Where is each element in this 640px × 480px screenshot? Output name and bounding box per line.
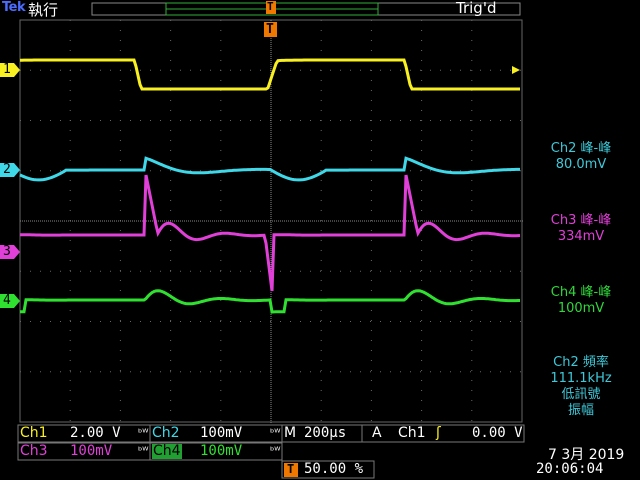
ch4-marker-label[interactable]: 4 — [3, 293, 11, 308]
ch4-status-label: Ch4 — [153, 443, 181, 459]
trigger-pos-top-label: T — [267, 0, 274, 13]
ch4-trace — [19, 289, 520, 314]
freq-line-1: Ch2 頻率 — [553, 355, 609, 370]
ch1-status-label: Ch1 — [20, 425, 48, 441]
ch1-scale: 2.00 V — [70, 425, 121, 441]
brand-logo: Tek — [2, 0, 26, 15]
acquisition-mode: 執行 — [28, 1, 59, 19]
ch4-bw-icon: ᵇᵂ — [270, 446, 281, 457]
trigger-source[interactable]: Ch1 — [398, 425, 426, 441]
trigger-status: Trig'd — [456, 0, 497, 17]
trigger-a-label: A — [372, 425, 382, 441]
measurement-value: 80.0mV — [555, 157, 607, 172]
measurement-value: 334mV — [557, 229, 605, 244]
measurement-name: Ch4 峰-峰 — [550, 285, 612, 300]
trigger-level-arrow — [512, 66, 520, 74]
timebase-label: M — [284, 425, 297, 441]
freq-line-4: 振幅 — [567, 403, 594, 418]
timebase-scale[interactable]: 200µs — [304, 425, 346, 441]
ch1-status[interactable]: Ch1 — [20, 425, 48, 441]
measurement-name: Ch3 峰-峰 — [550, 213, 612, 228]
ch3-marker-label[interactable]: 3 — [3, 244, 11, 259]
ch3-status[interactable]: Ch3 — [20, 443, 48, 459]
trigger-time-label: T — [266, 22, 274, 37]
freq-line-3: 低訊號 — [561, 387, 601, 402]
trigger-position[interactable]: 50.00 % — [304, 461, 363, 477]
measurement-ch3-pk2pk: Ch3 峰-峰 334mV — [526, 213, 636, 245]
ch4-status[interactable]: Ch4 — [153, 443, 181, 459]
trigger-position-marker-label: T — [287, 462, 295, 476]
ch2-trace — [19, 156, 520, 182]
ch2-status[interactable]: Ch2 — [152, 425, 180, 441]
measurement-name: Ch2 峰-峰 — [550, 141, 612, 156]
measurement-ch2-frequency: Ch2 頻率 111.1kHz 低訊號 振幅 — [526, 355, 636, 419]
ch3-bw-icon: ᵇᵂ — [138, 446, 149, 457]
ch2-bw-icon: ᵇᵂ — [270, 428, 281, 439]
ch2-status-label: Ch2 — [152, 425, 180, 441]
ch3-scale: 100mV — [70, 443, 113, 459]
ch2-scale: 100mV — [200, 425, 243, 441]
ch4-scale: 100mV — [200, 443, 243, 459]
trigger-level[interactable]: 0.00 V — [472, 425, 523, 441]
freq-line-2: 111.1kHz — [550, 371, 612, 386]
measurement-ch4-pk2pk: Ch4 峰-峰 100mV — [526, 285, 636, 317]
ch2-marker-label[interactable]: 2 — [3, 162, 11, 177]
measurement-value: 100mV — [557, 301, 605, 316]
time-display: 20:06:04 — [536, 461, 604, 477]
ch3-status-label: Ch3 — [20, 443, 48, 459]
ch1-trace — [20, 58, 520, 91]
measurement-ch2-pk2pk: Ch2 峰-峰 80.0mV — [526, 141, 636, 173]
ch1-marker-label[interactable]: 1 — [3, 62, 11, 77]
trigger-slope-icon: ʃ — [436, 425, 441, 441]
ch3-trace — [20, 174, 521, 292]
ch1-bw-icon: ᵇᵂ — [138, 428, 149, 439]
